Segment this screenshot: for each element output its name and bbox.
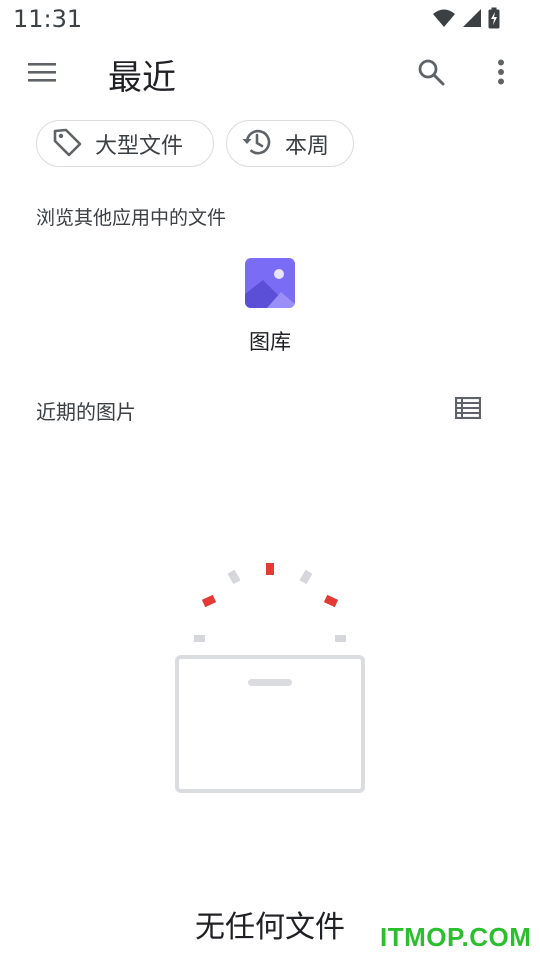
status-bar: 11:31 (0, 0, 540, 38)
empty-state-illustration (170, 555, 370, 800)
gallery-label: 图库 (249, 330, 291, 354)
status-time: 11:31 (13, 5, 83, 33)
wifi-icon (432, 8, 456, 32)
search-icon (417, 58, 445, 90)
chip-this-week[interactable]: 本周 (226, 120, 354, 167)
cell-signal-icon (462, 8, 482, 32)
label-tag-icon (51, 126, 83, 162)
filter-chips: 大型文件 本周 (36, 120, 354, 167)
list-view-icon (454, 396, 482, 423)
watermark: ITMOP.COM (380, 922, 532, 952)
history-icon (241, 126, 273, 162)
chip-large-files[interactable]: 大型文件 (36, 120, 214, 167)
gallery-icon (245, 258, 295, 308)
battery-charging-icon (488, 7, 500, 33)
page-title: 最近 (108, 58, 176, 98)
gallery-app-shortcut[interactable]: 图库 (230, 258, 310, 356)
view-toggle-button[interactable] (450, 392, 486, 428)
browse-section-header: 浏览其他应用中的文件 (36, 207, 227, 229)
status-icons (432, 7, 500, 33)
chip-label: 本周 (285, 133, 330, 159)
hamburger-menu-icon (28, 61, 56, 87)
overflow-menu-button[interactable] (482, 53, 520, 95)
menu-button[interactable] (22, 54, 62, 94)
recent-files-screen: 11:31 最近 大型文件 本周 浏览其他应用中的文件 图库 近期的图片 无任何… (0, 0, 540, 960)
app-bar: 最近 (0, 38, 540, 108)
more-vert-icon (497, 59, 505, 89)
recent-section-header: 近期的图片 (36, 400, 136, 424)
search-button[interactable] (410, 53, 452, 95)
chip-label: 大型文件 (95, 133, 184, 159)
